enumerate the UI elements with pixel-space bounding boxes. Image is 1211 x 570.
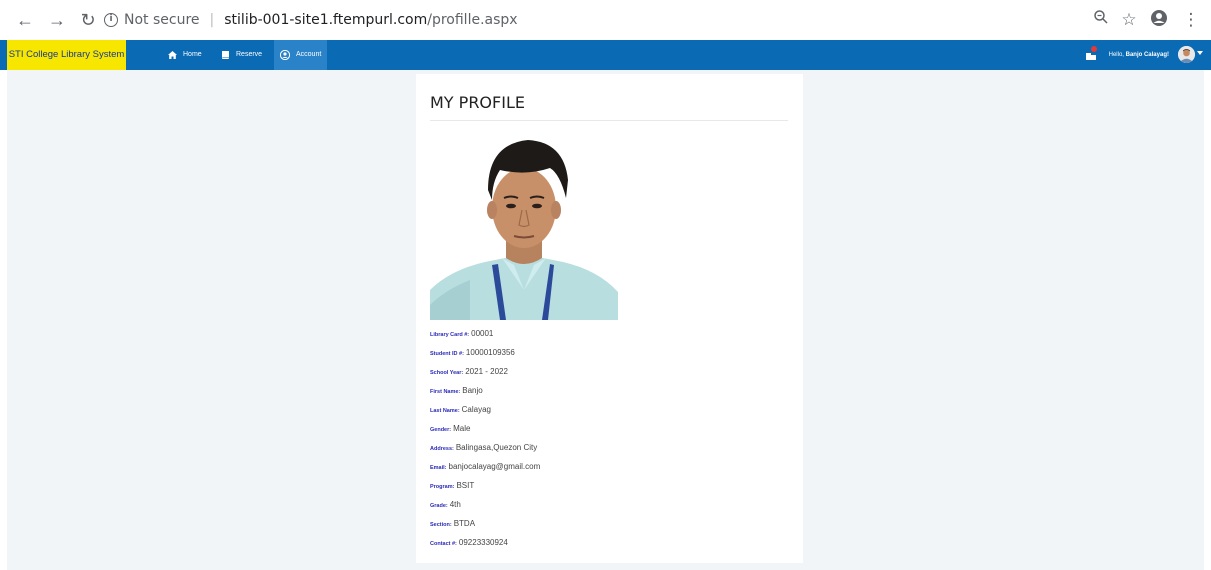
app-navbar: STI College Library System Home Reserve …	[0, 40, 1211, 70]
url-host: stilib-001-site1.ftempurl.com	[224, 12, 428, 28]
profile-row-grade: Grade: 4th	[430, 500, 461, 509]
profile-row-address: Address: Balingasa,Quezon City	[430, 443, 538, 452]
notification-badge	[1091, 46, 1097, 52]
profile-details: Library Card #: 00001 Student ID #: 100001…	[430, 322, 790, 550]
profile-row-library-card: Library Card #: 00001	[430, 329, 494, 338]
nav-item-reserve[interactable]: Reserve	[215, 40, 268, 70]
profile-row-program: Program: BSIT	[430, 481, 475, 490]
security-label: Not secure	[124, 12, 200, 28]
page-title: MY PROFILE	[430, 93, 525, 112]
profile-row-student-id: Student ID #: 10000109356	[430, 348, 515, 357]
profile-row-last-name: Last Name: Calayag	[430, 405, 492, 414]
address-separator: |	[209, 12, 215, 28]
profile-row-school-year: School Year: 2021 - 2022	[430, 367, 508, 376]
profile-card: MY PROFILE Library Card #: 00001 Student…	[416, 74, 803, 563]
greeting-prefix: Hello,	[1108, 52, 1126, 58]
user-name: Banjo Calayag!	[1125, 52, 1169, 58]
brand-logo[interactable]: STI College Library System	[7, 40, 126, 70]
bookmark-star-icon[interactable]: ☆	[1118, 9, 1140, 31]
notification-icon[interactable]	[1085, 46, 1097, 60]
nav-item-home[interactable]: Home	[162, 40, 208, 70]
address-bar[interactable]: i Not secure | stilib-001-site1.ftempurl…	[104, 6, 1104, 34]
book-icon	[222, 51, 229, 59]
profile-row-contact: Contact #: 09223330924	[430, 538, 508, 547]
zoom-icon[interactable]	[1090, 9, 1112, 31]
profile-row-section: Section: BTDA	[430, 519, 476, 528]
profile-row-first-name: First Name: Banjo	[430, 386, 483, 395]
profile-photo	[430, 130, 618, 320]
info-icon[interactable]: i	[104, 13, 118, 27]
user-greeting: Hello, Banjo Calayag!	[1109, 40, 1169, 70]
reload-icon[interactable]: ↻	[77, 9, 99, 31]
browser-toolbar: ← → ↻ i Not secure | stilib-001-site1.ft…	[0, 0, 1211, 40]
nav-item-label: Account	[296, 51, 322, 58]
page-content: MY PROFILE Library Card #: 00001 Student…	[7, 70, 1204, 570]
chevron-down-icon[interactable]	[1197, 51, 1203, 55]
nav-item-label: Home	[183, 51, 202, 58]
forward-arrow-icon[interactable]: →	[46, 9, 68, 31]
home-icon	[168, 51, 177, 59]
profile-row-email: Email: banjocalayag@gmail.com	[430, 462, 541, 471]
back-arrow-icon[interactable]: ←	[14, 9, 36, 31]
nav-item-label: Reserve	[236, 51, 263, 58]
menu-kebab-icon[interactable]: ⋮	[1180, 9, 1202, 31]
divider	[430, 120, 788, 121]
nav-item-account[interactable]: Account	[274, 40, 328, 70]
url-path: /profille.aspx	[427, 12, 518, 28]
user-circle-icon	[280, 50, 290, 60]
profile-icon[interactable]	[1148, 9, 1170, 31]
user-avatar[interactable]	[1178, 46, 1195, 63]
profile-row-gender: Gender: Male	[430, 424, 471, 433]
